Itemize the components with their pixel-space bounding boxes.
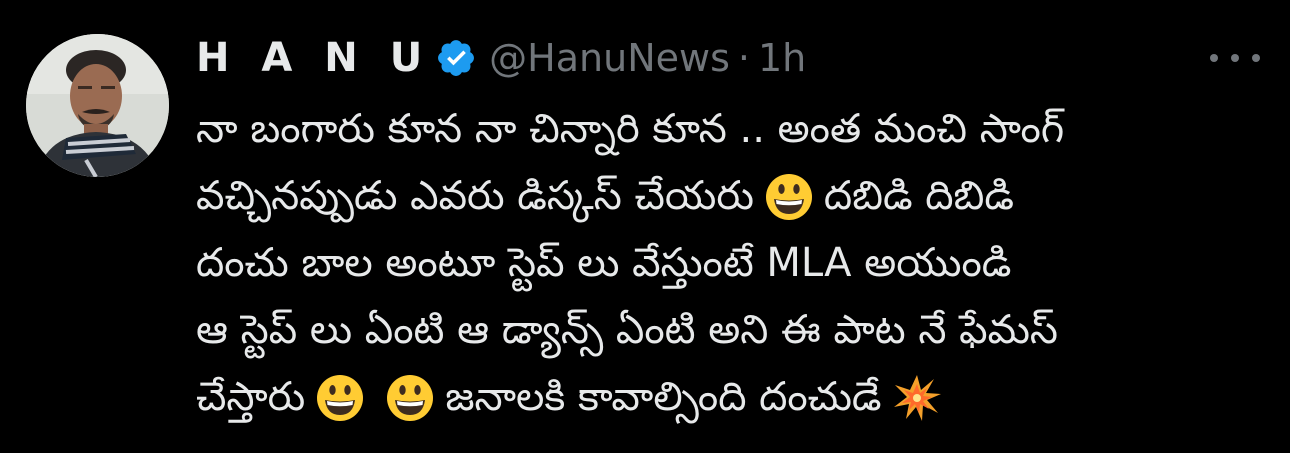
tweet-line-5: చేస్తారు జనాలకి కావాల్సింది దంచుడే bbox=[196, 364, 1266, 431]
tweet-text-segment: ఆ స్టెప్ లు ఏంటి ఆ డ్యాన్స్ ఏంటి అని ఈ ప… bbox=[196, 307, 1058, 353]
more-dots-icon[interactable] bbox=[1210, 48, 1260, 68]
author-handle[interactable]: @HanuNews bbox=[489, 36, 730, 80]
tweet-text-segment: జనాలకి కావాల్సింది దంచుడే bbox=[445, 374, 882, 420]
tweet-timestamp[interactable]: 1h bbox=[758, 36, 806, 80]
tweet-text-segment: దంచు బాల అంటూ స్టెప్ లు వేస్తుంటే MLA అయ… bbox=[196, 240, 1012, 286]
tweet-text: నా బంగారు కూన నా చిన్నారి కూన .. అంత మంచ… bbox=[196, 96, 1266, 431]
grinning-face-emoji bbox=[764, 172, 814, 222]
tweet-card[interactable]: H A N U @HanuNews · 1h నా బంగారు కూన నా … bbox=[0, 0, 1290, 453]
verified-badge-icon bbox=[435, 37, 477, 79]
tweet-line-4: ఆ స్టెప్ లు ఏంటి ఆ డ్యాన్స్ ఏంటి అని ఈ ప… bbox=[196, 297, 1266, 364]
grinning-face-emoji bbox=[315, 373, 365, 423]
author-name[interactable]: H A N U bbox=[196, 35, 431, 81]
tweet-text-segment: దబిడి దిబిడి bbox=[823, 173, 1014, 219]
tweet-header: H A N U @HanuNews · 1h bbox=[196, 30, 806, 86]
grinning-face-emoji bbox=[385, 373, 435, 423]
avatar[interactable] bbox=[26, 34, 169, 177]
tweet-text-segment: చేస్తారు bbox=[196, 374, 306, 420]
tweet-line-2: వచ్చినప్పుడు ఎవరు డిస్కస్ చేయరు దబిడి ది… bbox=[196, 163, 1266, 230]
tweet-text-segment: వచ్చినప్పుడు ఎవరు డిస్కస్ చేయరు bbox=[196, 173, 754, 219]
avatar-photo bbox=[26, 34, 169, 177]
collision-emoji bbox=[892, 373, 942, 423]
tweet-line-1: నా బంగారు కూన నా చిన్నారి కూన .. అంత మంచ… bbox=[196, 96, 1266, 163]
separator-dot: · bbox=[737, 36, 750, 80]
tweet-text-segment: నా బంగారు కూన నా చిన్నారి కూన .. అంత మంచ… bbox=[196, 106, 1065, 152]
tweet-line-3: దంచు బాల అంటూ స్టెప్ లు వేస్తుంటే MLA అయ… bbox=[196, 230, 1266, 297]
